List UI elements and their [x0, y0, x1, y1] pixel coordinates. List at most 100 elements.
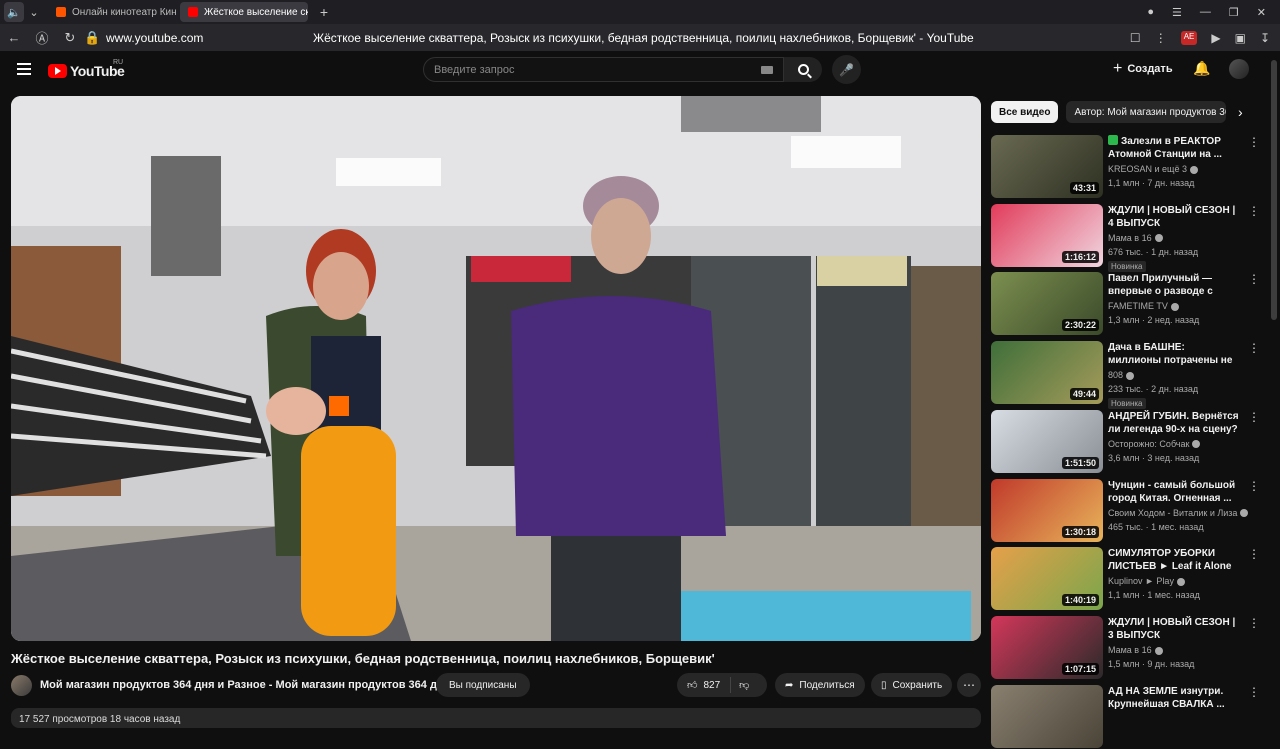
- video-thumbnail[interactable]: 43:31: [991, 135, 1103, 198]
- video-thumbnail[interactable]: 1:16:12: [991, 203, 1103, 267]
- recommendation-title[interactable]: Павел Прилучный — впервые о разводе с Аг…: [1108, 272, 1240, 299]
- channel-name[interactable]: Мой магазин продуктов 364 дня и Разное -…: [40, 679, 450, 691]
- recommendation-item[interactable]: 1:30:18 Чунцин - самый большой город Кита…: [991, 478, 1260, 543]
- recommendation-title[interactable]: ЖДУЛИ | НОВЫЙ СЕЗОН | 3 ВЫПУСК: [1108, 616, 1240, 642]
- video-thumbnail[interactable]: 49:44: [991, 341, 1103, 405]
- tab-kinopoisk[interactable]: Онлайн кинотеатр Кинопоиск: [48, 2, 176, 22]
- search-button[interactable]: [784, 57, 822, 82]
- recommendation-channel[interactable]: Kuplinov ► Play: [1108, 576, 1185, 586]
- bookmark-icon[interactable]: ☐: [1130, 31, 1141, 45]
- dislike-button[interactable]: 👎︎: [731, 679, 757, 691]
- menu-icon[interactable]: ☰: [1172, 6, 1182, 19]
- more-vert-icon[interactable]: ⋮: [1248, 272, 1260, 286]
- recommendation-item[interactable]: 1:07:15 ЖДУЛИ | НОВЫЙ СЕЗОН | 3 ВЫПУСК Мам…: [991, 615, 1260, 680]
- maximize-icon[interactable]: ❐: [1229, 6, 1239, 19]
- channel-text: KREOSAN и ещё 3: [1108, 164, 1187, 174]
- media-icon[interactable]: ▶: [1211, 31, 1220, 45]
- user-avatar[interactable]: [1229, 59, 1249, 79]
- recommendation-item[interactable]: 2:30:22 Павел Прилучный — впервые о разво…: [991, 272, 1260, 336]
- recommendation-item[interactable]: 49:44 Дача в БАШНЕ: миллионы потрачены не…: [991, 341, 1260, 410]
- video-thumbnail[interactable]: 1:07:15: [991, 615, 1103, 679]
- video-thumbnail[interactable]: [991, 684, 1103, 748]
- recommendation-title[interactable]: Залезли в РЕАКТОР Атомной Станции на ...: [1108, 135, 1240, 161]
- verified-icon: [1170, 303, 1179, 312]
- recommendation-title[interactable]: ЖДУЛИ | НОВЫЙ СЕЗОН | 4 ВЫПУСК: [1108, 204, 1240, 230]
- share-button[interactable]: ➦ Поделиться: [775, 673, 865, 697]
- chevron-right-icon[interactable]: ›: [1238, 104, 1243, 120]
- view-count: 1,5 млн: [1108, 658, 1140, 669]
- collections-icon[interactable]: ▣: [1235, 31, 1246, 45]
- more-actions-button[interactable]: ⋯: [957, 673, 981, 697]
- like-button[interactable]: 👍︎ 827: [677, 677, 732, 693]
- description-box[interactable]: 17 527 просмотров 18 часов назад: [11, 708, 981, 728]
- more-vert-icon[interactable]: ⋮: [1248, 135, 1260, 149]
- video-thumbnail[interactable]: 2:30:22: [991, 272, 1103, 336]
- back-icon[interactable]: ←: [0, 30, 28, 45]
- recommendation-title[interactable]: АНДРЕЙ ГУБИН. Вернётся ли легенда 90-х н…: [1108, 410, 1240, 436]
- search-input[interactable]: Введите запрос: [423, 57, 784, 82]
- more-vert-icon[interactable]: ⋮: [1248, 616, 1260, 630]
- recommendation-channel[interactable]: Своим Ходом - Виталик и Лиза: [1108, 508, 1249, 518]
- bookmark-save-icon: ▯: [881, 679, 887, 691]
- recommendation-title[interactable]: АД НА ЗЕМЛЕ изнутри. Крупнейшая СВАЛКА .…: [1108, 685, 1240, 711]
- tab-label: Жёсткое выселение скваттера: [204, 6, 308, 18]
- profile-icon[interactable]: ●: [1147, 6, 1154, 18]
- recommendation-title[interactable]: Дача в БАШНЕ: миллионы потрачены не зря!: [1108, 341, 1240, 368]
- hamburger-menu-icon[interactable]: [17, 63, 31, 75]
- recommendation-channel[interactable]: Осторожно: Собчак: [1108, 439, 1201, 449]
- reload-icon[interactable]: ↻: [56, 30, 84, 46]
- url-text[interactable]: www.youtube.com: [106, 31, 203, 45]
- extension-badge[interactable]: AE: [1180, 30, 1198, 45]
- recommendation-item[interactable]: 43:31 Залезли в РЕАКТОР Атомной Станции н…: [991, 135, 1260, 199]
- recommendation-stats: 676 тыс. · 1 дн. назад: [1108, 247, 1198, 257]
- create-button[interactable]: + Создать: [1113, 60, 1173, 78]
- recommendation-item[interactable]: 1:51:50 АНДРЕЙ ГУБИН. Вернётся ли легенда…: [991, 409, 1260, 474]
- filter-chips: Все видео Автор: Мой магазин продуктов 3…: [991, 101, 1227, 123]
- more-vert-icon[interactable]: ⋮: [1248, 204, 1260, 218]
- close-icon[interactable]: ✕: [1257, 6, 1266, 19]
- upload-age: 2 нед. назад: [1147, 315, 1200, 326]
- more-vert-icon[interactable]: ⋮: [1248, 479, 1260, 493]
- recommendation-channel[interactable]: FAMETIME TV: [1108, 301, 1179, 311]
- recommendation-channel[interactable]: KREOSAN и ещё 3: [1108, 164, 1198, 174]
- chip-all-videos[interactable]: Все видео: [991, 101, 1059, 123]
- logo-region: RU: [113, 59, 124, 66]
- lock-icon[interactable]: 🔒: [84, 30, 100, 46]
- video-thumbnail[interactable]: 1:51:50: [991, 409, 1103, 473]
- recommendation-item[interactable]: 1:16:12 ЖДУЛИ | НОВЫЙ СЕЗОН | 4 ВЫПУСК Мам…: [991, 203, 1260, 272]
- voice-search-button[interactable]: 🎤: [832, 55, 861, 84]
- more-vert-icon[interactable]: ⋮: [1248, 547, 1260, 561]
- new-badge: Новинка: [1108, 398, 1146, 410]
- chevron-down-icon[interactable]: ⌄: [24, 2, 44, 22]
- recommendation-title[interactable]: СИМУЛЯТОР УБОРКИ ЛИСТЬЕВ ► Leaf it Alone: [1108, 547, 1240, 573]
- subscribed-button[interactable]: Вы подписаны: [436, 673, 530, 697]
- recommendation-item[interactable]: АД НА ЗЕМЛЕ изнутри. Крупнейшая СВАЛКА .…: [991, 684, 1260, 749]
- more-vert-icon[interactable]: ⋮: [1248, 685, 1260, 699]
- keyboard-icon[interactable]: [761, 66, 773, 74]
- recommendation-channel[interactable]: 808: [1108, 370, 1135, 380]
- verified-icon: [1192, 440, 1201, 449]
- channel-avatar[interactable]: [11, 675, 32, 696]
- more-vert-icon[interactable]: ⋮: [1248, 341, 1260, 355]
- minimize-icon[interactable]: —: [1200, 6, 1211, 18]
- yandex-icon[interactable]: Ⓐ: [28, 28, 56, 47]
- save-button[interactable]: ▯ Сохранить: [871, 673, 953, 697]
- chip-author[interactable]: Автор: Мой магазин продуктов 364: [1066, 101, 1227, 123]
- notifications-bell-icon[interactable]: 🔔: [1193, 60, 1210, 77]
- video-player[interactable]: [11, 96, 981, 641]
- speaker-icon[interactable]: 🔈: [4, 2, 24, 22]
- more-vert-icon[interactable]: ⋮: [1155, 31, 1167, 45]
- download-icon[interactable]: ↧: [1260, 31, 1270, 45]
- more-vert-icon[interactable]: ⋮: [1248, 410, 1260, 424]
- scrollbar[interactable]: [1271, 60, 1277, 320]
- recommendation-item[interactable]: 1:40:19 СИМУЛЯТОР УБОРКИ ЛИСТЬЕВ ► Leaf i…: [991, 547, 1260, 611]
- tab-youtube[interactable]: Жёсткое выселение скваттера: [180, 2, 308, 22]
- video-thumbnail[interactable]: 1:40:19: [991, 547, 1103, 611]
- upload-age: 9 дн. назад: [1147, 658, 1195, 669]
- recommendation-title[interactable]: Чунцин - самый большой город Китая. Огне…: [1108, 479, 1240, 505]
- video-thumbnail[interactable]: 1:30:18: [991, 478, 1103, 542]
- recommendation-channel[interactable]: Мама в 16: [1108, 645, 1163, 655]
- recommendation-channel[interactable]: Мама в 16: [1108, 233, 1163, 243]
- new-tab-button[interactable]: +: [314, 2, 334, 22]
- view-count: 1,1 млн: [1108, 590, 1140, 601]
